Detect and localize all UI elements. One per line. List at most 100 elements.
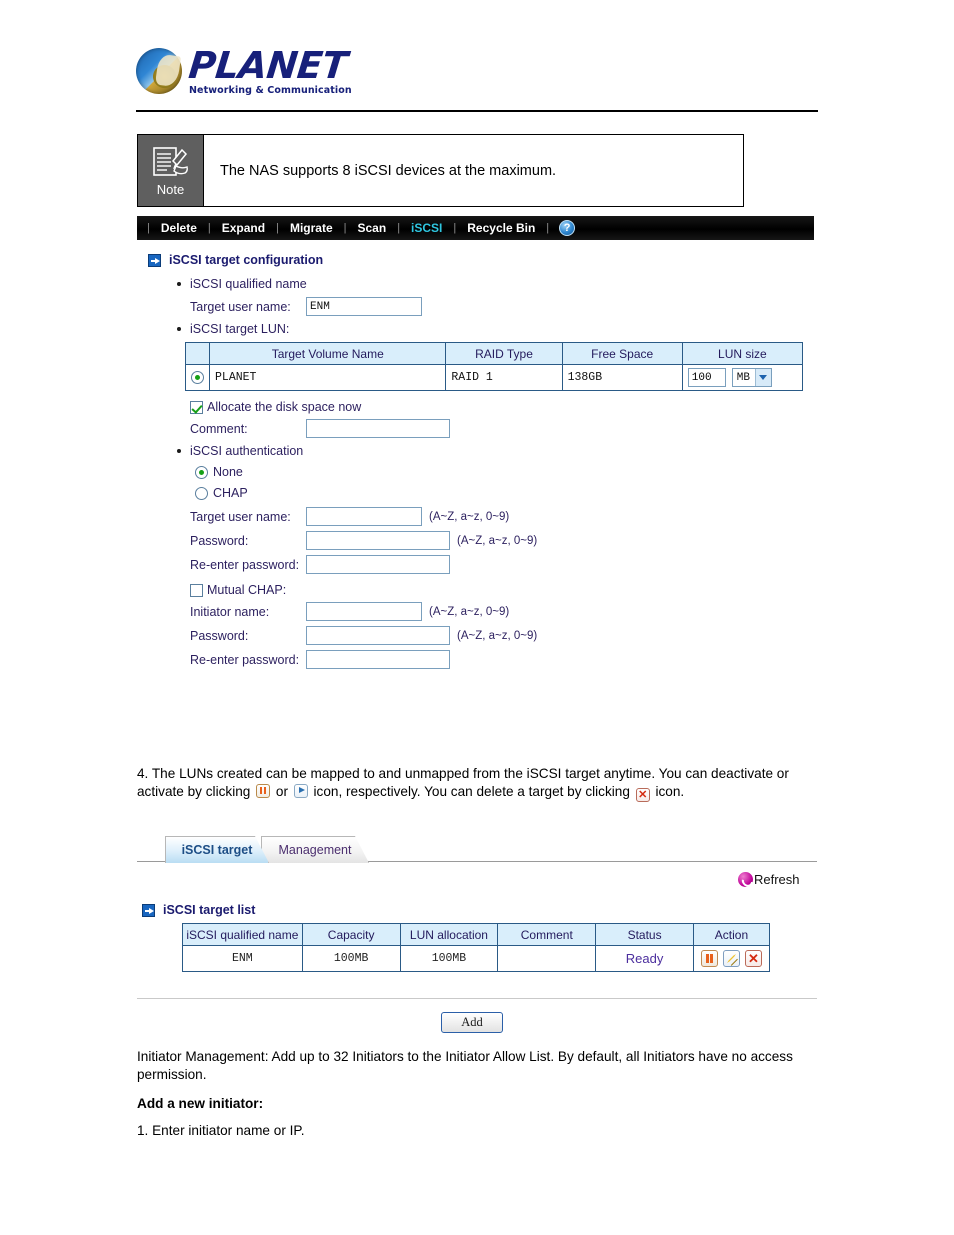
- qualified-name-label: iSCSI qualified name: [190, 277, 307, 291]
- auth-none-radio[interactable]: [195, 465, 208, 479]
- toolbar-separator: |: [343, 222, 347, 234]
- mutual-password-label: Password:: [190, 628, 249, 643]
- auth-option-chap[interactable]: CHAP: [195, 486, 817, 500]
- target-user-name-input[interactable]: [306, 297, 422, 316]
- allocate-disk-space-row[interactable]: Allocate the disk space now: [190, 400, 817, 414]
- bullet-target-lun: iSCSI target LUN:: [177, 322, 817, 336]
- note-label: Note: [156, 181, 185, 197]
- iscsi-target-configuration: iSCSI target configuration iSCSI qualifi…: [137, 250, 817, 674]
- planet-logo: PLANET Networking & Communication: [136, 42, 818, 100]
- chap-target-user-name-hint: (A~Z, a~z, 0~9): [429, 510, 510, 523]
- toolbar-item-expand[interactable]: Expand: [215, 221, 272, 235]
- document-page: PLANET Networking & Communication Note T…: [0, 0, 954, 1235]
- mutual-password-hint: (A~Z, a~z, 0~9): [457, 629, 538, 642]
- toolbar-item-recycle-bin[interactable]: Recycle Bin: [460, 221, 542, 235]
- bullet-iscsi-authentication: iSCSI authentication: [177, 444, 817, 458]
- lun-th-raid-type: RAID Type: [445, 342, 563, 365]
- chap-reenter-password-input[interactable]: [306, 555, 450, 574]
- iscsi-toolbar[interactable]: | Delete | Expand | Migrate | Scan | iSC…: [137, 216, 814, 240]
- delete-icon[interactable]: ✕: [744, 950, 762, 967]
- bullet-qualified-name: iSCSI qualified name: [177, 277, 817, 291]
- config-section-title: iSCSI target configuration: [169, 253, 324, 267]
- status-badge: Ready: [595, 945, 694, 972]
- lun-size-input[interactable]: [687, 368, 726, 387]
- note-icon: Note: [138, 135, 204, 206]
- refresh-icon: [738, 872, 753, 887]
- toolbar-separator: |: [207, 222, 211, 234]
- chap-password-hint: (A~Z, a~z, 0~9): [457, 534, 538, 547]
- lun-row-volume-name: PLANET: [209, 364, 447, 391]
- toolbar-separator: |: [546, 222, 550, 234]
- toolbar-item-scan[interactable]: Scan: [351, 221, 394, 235]
- note-box: Note The NAS supports 8 iSCSI devices at…: [137, 134, 744, 207]
- auth-option-none[interactable]: None: [195, 465, 817, 479]
- action-buttons: ✕: [698, 950, 765, 967]
- mutual-chap-row[interactable]: Mutual CHAP:: [190, 583, 817, 597]
- table-row[interactable]: PLANET RAID 1 138GB MB: [184, 364, 804, 391]
- toolbar-item-delete[interactable]: Delete: [154, 221, 204, 235]
- help-icon[interactable]: ?: [559, 220, 576, 236]
- bullet-icon: [177, 449, 181, 453]
- list-th-qualified-name: iSCSI qualified name: [182, 923, 303, 946]
- note-pen-icon: [151, 145, 191, 181]
- lun-row-radio[interactable]: [191, 370, 205, 384]
- chevron-down-icon[interactable]: [754, 369, 771, 386]
- list-table-header-row: iSCSI qualified name Capacity LUN alloca…: [182, 923, 771, 946]
- chap-password-input[interactable]: [306, 531, 450, 550]
- tab-iscsi-target[interactable]: iSCSI target: [165, 836, 269, 863]
- planet-globe-icon: [136, 48, 182, 94]
- lun-table: Target Volume Name RAID Type Free Space …: [184, 342, 804, 391]
- pause-icon: [256, 783, 271, 798]
- lun-row-select-cell[interactable]: [184, 364, 211, 391]
- paragraph-4-part4: icon.: [651, 783, 685, 799]
- initiator-management-text: Initiator Management: Add up to 32 Initi…: [137, 1049, 793, 1083]
- lun-th-free-space: Free Space: [561, 342, 683, 365]
- comment-input[interactable]: [306, 419, 450, 438]
- toolbar-item-iscsi[interactable]: iSCSI: [404, 221, 449, 235]
- iscsi-target-list-table: iSCSI qualified name Capacity LUN alloca…: [182, 923, 771, 972]
- header-divider: [136, 110, 818, 112]
- add-button[interactable]: Add: [441, 1012, 503, 1033]
- toolbar-separator: |: [147, 222, 150, 234]
- list-row-qualified-name: ENM: [182, 945, 303, 972]
- tab-iscsi-target-label: iSCSI target: [181, 843, 253, 857]
- pause-icon[interactable]: [700, 950, 718, 967]
- logo-wordmark: PLANET Networking & Communication: [187, 44, 352, 96]
- target-lun-label: iSCSI target LUN:: [190, 322, 290, 336]
- table-row: ENM 100MB 100MB Ready ✕: [182, 945, 771, 972]
- edit-icon[interactable]: [722, 950, 740, 967]
- lun-th-volume-name: Target Volume Name: [209, 342, 447, 365]
- allocate-disk-space-checkbox[interactable]: [190, 400, 203, 414]
- toolbar-item-migrate[interactable]: Migrate: [283, 221, 340, 235]
- chap-target-user-name-row: Target user name: (A~Z, a~z, 0~9): [190, 507, 817, 526]
- mutual-reenter-password-row: Re-enter password:: [190, 650, 817, 669]
- refresh-button[interactable]: Refresh: [738, 872, 800, 887]
- mutual-password-input[interactable]: [306, 626, 450, 645]
- play-icon: [293, 783, 308, 798]
- chap-target-user-name-input[interactable]: [306, 507, 422, 526]
- paragraph-4-part3: icon, respectively. You can delete a tar…: [309, 783, 634, 799]
- initiator-name-input[interactable]: [306, 602, 422, 621]
- mutual-chap-checkbox[interactable]: [190, 583, 203, 597]
- list-th-status: Status: [595, 923, 694, 946]
- tab-management[interactable]: Management: [261, 836, 369, 863]
- mutual-reenter-password-label: Re-enter password:: [190, 652, 300, 667]
- initiator-name-hint: (A~Z, a~z, 0~9): [429, 605, 510, 618]
- list-row-action-cell: ✕: [692, 945, 771, 972]
- list-th-action: Action: [692, 923, 771, 946]
- lun-row-free-space: 138GB: [561, 364, 683, 391]
- tab-management-label: Management: [278, 843, 352, 857]
- mutual-password-row: Password: (A~Z, a~z, 0~9): [190, 626, 817, 645]
- target-user-name-label: Target user name:: [190, 299, 291, 314]
- lun-row-lun-size-cell[interactable]: MB: [681, 364, 804, 391]
- auth-chap-radio[interactable]: [195, 486, 208, 500]
- toolbar-separator: |: [453, 222, 457, 234]
- add-new-initiator-heading: Add a new initiator:: [137, 1096, 264, 1111]
- initiator-name-row: Initiator name: (A~Z, a~z, 0~9): [190, 602, 817, 621]
- arrow-right-icon: [148, 253, 161, 267]
- mutual-reenter-password-input[interactable]: [306, 650, 450, 669]
- brand-tagline: Networking & Communication: [189, 84, 352, 96]
- bullet-icon: [177, 282, 181, 286]
- lun-size-unit-select[interactable]: MB: [731, 368, 772, 387]
- list-row-lun-allocation: 100MB: [399, 945, 499, 972]
